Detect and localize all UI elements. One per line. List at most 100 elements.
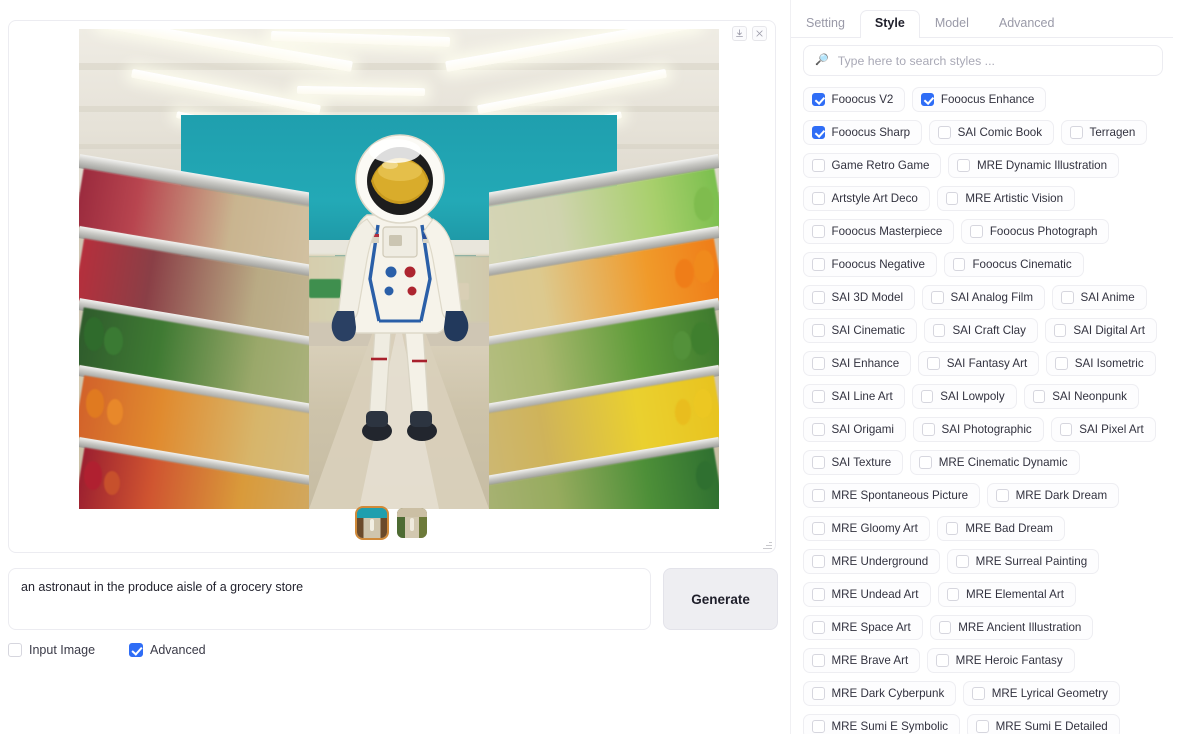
checkbox-box[interactable]: [129, 643, 144, 657]
style-chip[interactable]: SAI Cinematic: [803, 318, 917, 343]
style-chip[interactable]: MRE Dark Dream: [987, 483, 1120, 508]
style-chip[interactable]: MRE Elemental Art: [937, 582, 1076, 607]
style-chip[interactable]: Fooocus Cinematic: [943, 252, 1084, 277]
style-chip[interactable]: SAI Fantasy Art: [918, 351, 1040, 376]
style-chip[interactable]: SAI Isometric: [1046, 351, 1156, 376]
checkbox-box[interactable]: [932, 324, 946, 337]
generated-image[interactable]: [79, 29, 719, 509]
style-chip[interactable]: SAI Analog Film: [922, 285, 1046, 310]
tab-style[interactable]: Style: [859, 10, 920, 38]
advanced-checkbox[interactable]: Advanced: [129, 643, 206, 657]
style-chip[interactable]: MRE Brave Art: [803, 648, 921, 673]
checkbox-box[interactable]: [812, 225, 825, 238]
checkbox-box[interactable]: [812, 489, 825, 502]
generate-button[interactable]: Generate: [663, 568, 778, 630]
style-chip[interactable]: Fooocus Enhance: [912, 87, 1047, 112]
checkbox-box[interactable]: [957, 159, 970, 172]
checkbox-box[interactable]: [812, 93, 825, 106]
style-chip[interactable]: MRE Gloomy Art: [803, 516, 930, 541]
style-chip[interactable]: MRE Space Art: [803, 615, 923, 640]
style-chip[interactable]: SAI Line Art: [803, 384, 905, 409]
checkbox-box[interactable]: [931, 291, 944, 304]
tab-model[interactable]: Model: [920, 10, 984, 38]
style-chip[interactable]: MRE Cinematic Dynamic: [910, 450, 1080, 475]
style-chip[interactable]: MRE Underground: [803, 549, 941, 574]
checkbox-box[interactable]: [812, 390, 825, 403]
checkbox-box[interactable]: [938, 621, 952, 634]
style-chip[interactable]: MRE Undead Art: [803, 582, 931, 607]
checkbox-box[interactable]: [952, 258, 966, 271]
checkbox-box[interactable]: [945, 192, 959, 205]
checkbox-box[interactable]: [812, 192, 825, 205]
style-chip[interactable]: SAI Photographic: [913, 417, 1044, 442]
tab-setting[interactable]: Setting: [791, 10, 860, 38]
checkbox-box[interactable]: [812, 720, 825, 733]
style-chip[interactable]: SAI Pixel Art: [1050, 417, 1156, 442]
checkbox-box[interactable]: [812, 555, 825, 568]
checkbox-box[interactable]: [812, 126, 825, 139]
checkbox-box[interactable]: [946, 588, 959, 601]
style-chip[interactable]: MRE Dynamic Illustration: [948, 153, 1120, 178]
search-input[interactable]: [835, 52, 1151, 69]
checkbox-box[interactable]: [976, 720, 989, 733]
checkbox-box[interactable]: [812, 324, 825, 337]
style-chip[interactable]: MRE Heroic Fantasy: [927, 648, 1075, 673]
checkbox-box[interactable]: [956, 555, 969, 568]
checkbox-box[interactable]: [1059, 423, 1073, 436]
checkbox-box[interactable]: [1061, 291, 1074, 304]
checkbox-box[interactable]: [1055, 357, 1068, 370]
checkbox-box[interactable]: [1070, 126, 1083, 139]
checkbox-box[interactable]: [927, 357, 940, 370]
style-chip[interactable]: Fooocus V2: [803, 87, 906, 112]
checkbox-box[interactable]: [812, 357, 825, 370]
checkbox-box[interactable]: [922, 423, 935, 436]
style-chip[interactable]: SAI Anime: [1052, 285, 1147, 310]
style-chip[interactable]: MRE Bad Dream: [936, 516, 1065, 541]
style-chip[interactable]: Game Retro Game: [803, 153, 942, 178]
style-chip[interactable]: Fooocus Photograph: [961, 219, 1110, 244]
style-chip[interactable]: MRE Sumi E Symbolic: [803, 714, 961, 734]
style-chip[interactable]: SAI Lowpoly: [911, 384, 1017, 409]
checkbox-box[interactable]: [812, 522, 825, 535]
style-chip[interactable]: SAI Comic Book: [929, 120, 1055, 145]
style-chip[interactable]: Fooocus Negative: [803, 252, 937, 277]
style-chip[interactable]: Artstyle Art Deco: [803, 186, 930, 211]
style-chip[interactable]: MRE Sumi E Detailed: [967, 714, 1120, 734]
checkbox-box[interactable]: [812, 687, 825, 700]
checkbox-box[interactable]: [938, 126, 951, 139]
checkbox-box[interactable]: [972, 687, 985, 700]
checkbox-box[interactable]: [812, 159, 825, 172]
style-chip[interactable]: MRE Ancient Illustration: [929, 615, 1094, 640]
checkbox-box[interactable]: [920, 390, 934, 403]
checkbox-box[interactable]: [970, 225, 983, 238]
style-chip[interactable]: SAI 3D Model: [803, 285, 916, 310]
style-chip[interactable]: MRE Lyrical Geometry: [963, 681, 1120, 706]
style-chip[interactable]: MRE Surreal Painting: [947, 549, 1100, 574]
style-chip[interactable]: MRE Artistic Vision: [936, 186, 1076, 211]
input-image-checkbox[interactable]: Input Image: [8, 643, 95, 657]
style-chip[interactable]: SAI Digital Art: [1044, 318, 1157, 343]
style-chip[interactable]: SAI Texture: [803, 450, 904, 475]
checkbox-box[interactable]: [1032, 390, 1046, 403]
gallery-resize-handle[interactable]: [762, 539, 772, 549]
checkbox-box[interactable]: [812, 291, 825, 304]
checkbox-box[interactable]: [812, 258, 825, 271]
style-chip[interactable]: Fooocus Sharp: [803, 120, 923, 145]
checkbox-box[interactable]: [936, 654, 949, 667]
download-icon[interactable]: [732, 26, 747, 41]
checkbox-box[interactable]: [945, 522, 959, 535]
checkbox-box[interactable]: [919, 456, 932, 469]
style-chip[interactable]: SAI Craft Clay: [923, 318, 1038, 343]
checkbox-box[interactable]: [996, 489, 1009, 502]
style-chip[interactable]: MRE Dark Cyberpunk: [803, 681, 957, 706]
checkbox-box[interactable]: [812, 456, 825, 469]
checkbox-box[interactable]: [921, 93, 934, 106]
style-chip[interactable]: Fooocus Masterpiece: [803, 219, 955, 244]
close-icon[interactable]: [752, 26, 767, 41]
checkbox-box[interactable]: [812, 423, 825, 436]
style-chip[interactable]: Terragen: [1061, 120, 1148, 145]
prompt-input[interactable]: [8, 568, 652, 630]
checkbox-box[interactable]: [8, 643, 22, 657]
checkbox-box[interactable]: [1053, 324, 1067, 337]
style-chip[interactable]: SAI Neonpunk: [1023, 384, 1139, 409]
